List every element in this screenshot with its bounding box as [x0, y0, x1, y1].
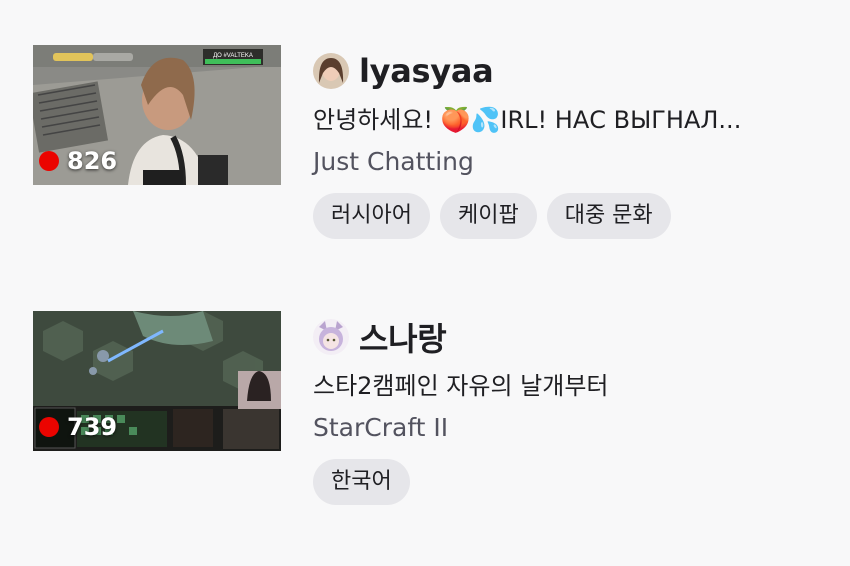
- live-indicator-icon: [39, 151, 59, 171]
- viewer-count: 826: [39, 147, 117, 175]
- viewer-count-value: 826: [67, 147, 118, 175]
- tag-chip[interactable]: 러시아어: [313, 193, 430, 239]
- channel-avatar[interactable]: [313, 319, 349, 355]
- stream-category[interactable]: StarCraft II: [313, 411, 823, 445]
- stream-title[interactable]: 안녕하세요! 🍑💦IRL! НАС ВЫГНАЛ...: [313, 103, 813, 137]
- viewer-count-value: 739: [67, 413, 118, 441]
- stream-card[interactable]: 739 스나랑 스타2캠페인 자유의 날개부터 StarCraft II 한국어: [33, 311, 833, 541]
- channel-avatar[interactable]: [313, 53, 349, 89]
- channel-name[interactable]: 스나랑: [359, 314, 447, 360]
- tag-chip[interactable]: 한국어: [313, 459, 410, 505]
- stream-thumbnail[interactable]: 739: [33, 311, 281, 451]
- stream-title[interactable]: 스타2캠페인 자유의 날개부터: [313, 369, 813, 403]
- tag-chip[interactable]: 대중 문화: [546, 193, 671, 239]
- stream-thumbnail[interactable]: ДО #VALTEKA 826: [33, 45, 281, 185]
- stream-card[interactable]: ДО #VALTEKA 826 lyasyaa 안녕하세요! �: [33, 45, 833, 275]
- channel-name[interactable]: lyasyaa: [359, 52, 494, 90]
- overlay-banner: ДО #VALTEKA: [213, 53, 253, 59]
- tag-chip[interactable]: 케이팝: [439, 193, 537, 239]
- tag-list: 러시아어 케이팝 대중 문화: [313, 193, 823, 239]
- live-indicator-icon: [39, 417, 59, 437]
- tag-list: 한국어: [313, 459, 823, 505]
- stream-category[interactable]: Just Chatting: [313, 145, 823, 179]
- viewer-count: 739: [39, 413, 117, 441]
